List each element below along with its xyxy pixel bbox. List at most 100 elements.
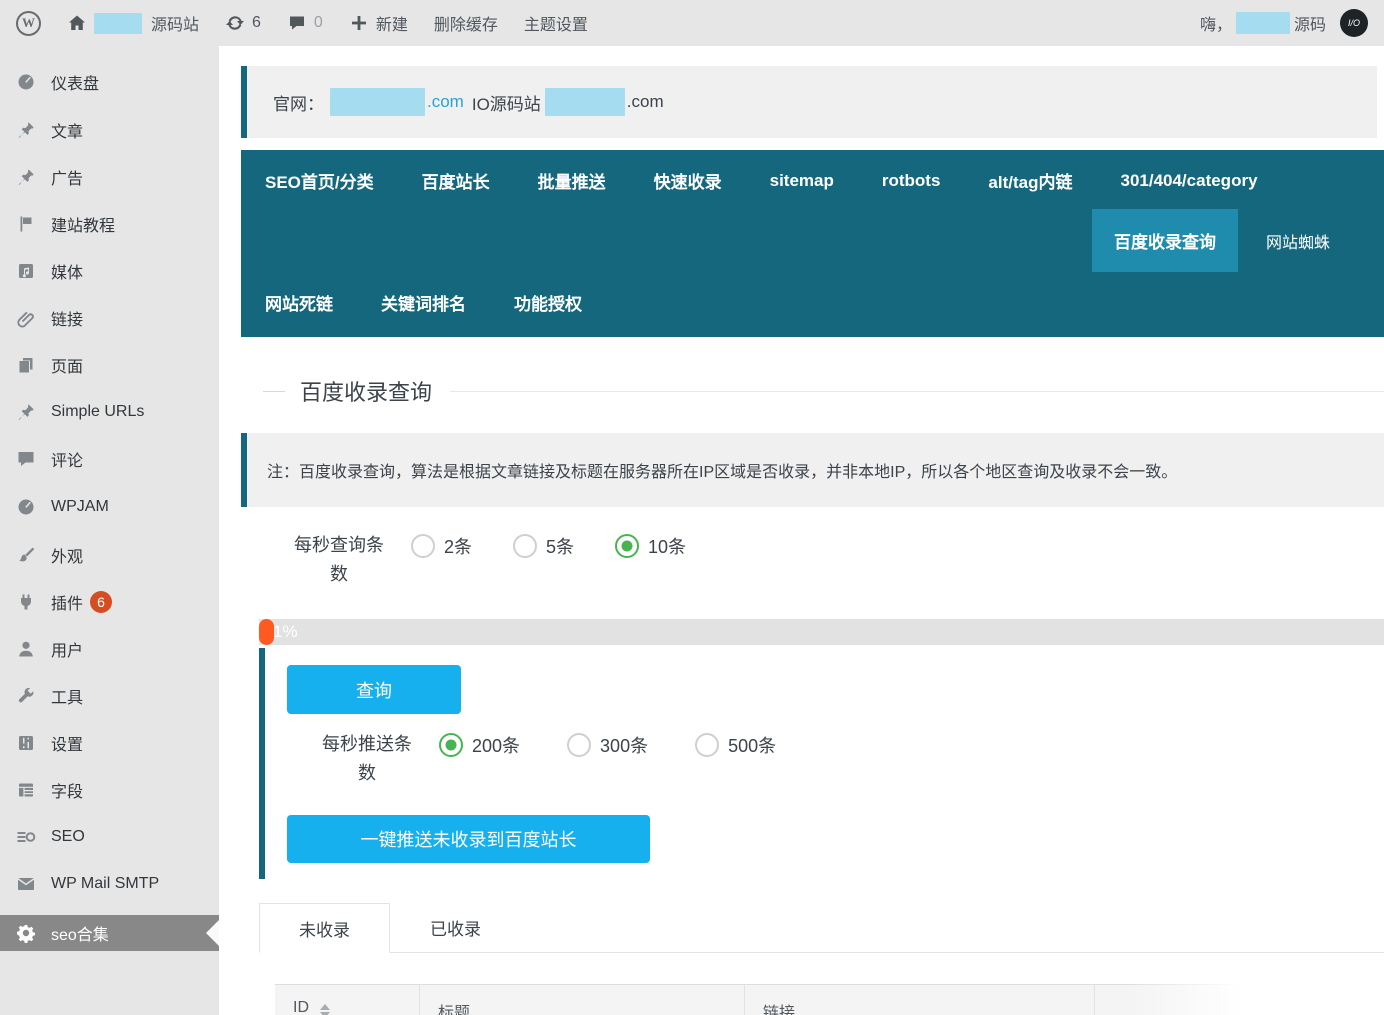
progress-fill — [259, 619, 274, 645]
admin-topbar: W 源码站 6 0 — [0, 0, 1384, 46]
sidebar-item-ads[interactable]: 广告 — [0, 160, 219, 194]
radio-selected-icon — [615, 534, 639, 558]
nav-item-301-404-category[interactable]: 301/404/category — [1120, 171, 1257, 191]
comments-count: 0 — [314, 14, 323, 32]
sidebar-item-appearance[interactable]: 外观 — [0, 538, 219, 572]
column-header-title: 标题 — [420, 985, 745, 1015]
sidebar-item-seo[interactable]: SEO — [0, 820, 219, 854]
redacted-domain-1 — [330, 88, 425, 116]
nav-item-rotbots[interactable]: rotbots — [882, 171, 941, 191]
media-icon — [16, 261, 36, 281]
nav-item-seo-home[interactable]: SEO首页/分类 — [265, 168, 374, 193]
plus-icon — [349, 13, 369, 33]
comment-bubble-icon — [287, 13, 307, 33]
query-rate-group: 每秒查询条数 2条 5条 10条 — [289, 531, 1384, 589]
new-content-menu[interactable]: 新建 — [349, 11, 408, 35]
wordpress-logo-icon: W — [16, 11, 41, 36]
push-rate-group: 每秒推送条数 200条 300条 500条 — [317, 730, 1384, 788]
account-menu[interactable]: 嗨， 源码 I/O — [1200, 9, 1368, 37]
tab-not-indexed[interactable]: 未收录 — [259, 903, 390, 953]
title-right-rule — [450, 391, 1384, 392]
site-name: 源码站 — [151, 11, 199, 35]
seo-icon — [16, 827, 36, 847]
sidebar-item-settings[interactable]: 设置 — [0, 726, 219, 760]
gear-icon — [16, 923, 36, 943]
notice-prefix: 官网： — [273, 90, 324, 115]
visit-site-link[interactable]: 源码站 — [67, 11, 199, 35]
query-rate-option-5[interactable]: 5条 — [513, 531, 574, 560]
nav-item-fast-include[interactable]: 快速收录 — [654, 168, 722, 193]
sidebar-item-links[interactable]: 链接 — [0, 301, 219, 335]
nav-item-baidu-webmaster[interactable]: 百度站长 — [422, 168, 490, 193]
push-rate-option-200[interactable]: 200条 — [439, 730, 520, 759]
sidebar-item-media[interactable]: 媒体 — [0, 254, 219, 288]
tab-indexed[interactable]: 已收录 — [390, 903, 521, 952]
plugin-update-badge: 6 — [90, 591, 112, 613]
sidebar-item-plugins[interactable]: 插件 6 — [0, 585, 219, 619]
sidebar-item-fields[interactable]: 字段 — [0, 773, 219, 807]
paperclip-icon — [16, 308, 36, 328]
comments-link[interactable]: 0 — [287, 13, 323, 33]
wordpress-menu[interactable]: W — [16, 11, 41, 36]
sliders-icon — [16, 733, 36, 753]
sidebar-item-pages[interactable]: 页面 — [0, 348, 219, 382]
clear-cache-link[interactable]: 删除缓存 — [434, 11, 498, 35]
sidebar-item-seo-collection[interactable]: seo合集 — [0, 915, 219, 951]
sidebar-item-dashboard[interactable]: 仪表盘 — [0, 65, 219, 99]
nav-item-alt-tag-links[interactable]: alt/tag内链 — [988, 168, 1072, 193]
sidebar-item-users[interactable]: 用户 — [0, 632, 219, 666]
wrench-icon — [16, 686, 36, 706]
redacted-white-fade — [1129, 969, 1384, 1015]
sidebar-item-posts[interactable]: 文章 — [0, 113, 219, 147]
query-progress-bar: 1% — [259, 619, 1384, 645]
seo-plugin-nav: SEO首页/分类 百度站长 批量推送 快速收录 sitemap rotbots … — [241, 150, 1384, 337]
plugin-icon — [16, 592, 36, 612]
push-rate-option-500[interactable]: 500条 — [695, 730, 776, 759]
nav-item-baidu-include-query-active[interactable]: 百度收录查询 — [1092, 209, 1238, 272]
query-rate-option-2[interactable]: 2条 — [411, 531, 472, 560]
sidebar-item-simple-urls[interactable]: Simple URLs — [0, 395, 219, 429]
refresh-icon — [225, 13, 245, 33]
query-rate-option-10[interactable]: 10条 — [615, 531, 686, 560]
sidebar-item-comments[interactable]: 评论 — [0, 442, 219, 476]
updates-count: 6 — [252, 14, 261, 32]
avatar: I/O — [1340, 9, 1368, 37]
domain-2-text: .com — [627, 92, 664, 112]
progress-percent: 1% — [273, 619, 298, 645]
query-tool-section: 查询 每秒推送条数 200条 300条 500条 一键推送未收录到百度站长 — [259, 648, 1384, 879]
result-tabs: 未收录 已收录 — [259, 903, 1384, 953]
sidebar-item-tutorials[interactable]: 建站教程 — [0, 207, 219, 241]
new-label: 新建 — [376, 11, 408, 35]
pushpin-icon — [16, 120, 36, 140]
theme-settings-link[interactable]: 主题设置 — [524, 11, 588, 35]
dashboard-gauge-icon — [16, 72, 36, 92]
comment-icon — [16, 449, 36, 469]
sidebar-item-wp-mail-smtp[interactable]: WP Mail SMTP — [0, 867, 219, 901]
nav-item-keyword-ranking[interactable]: 关键词排名 — [381, 290, 466, 315]
sidebar-item-tools[interactable]: 工具 — [0, 679, 219, 713]
query-button[interactable]: 查询 — [287, 665, 461, 714]
official-site-notice: 官网： .com IO源码站 .com — [241, 66, 1377, 138]
section-title-row: 百度收录查询 — [263, 375, 1384, 407]
nav-item-feature-license[interactable]: 功能授权 — [514, 290, 582, 315]
radio-icon — [567, 733, 591, 757]
active-menu-arrow-icon — [206, 920, 219, 946]
nav-item-batch-push[interactable]: 批量推送 — [538, 168, 606, 193]
notice-middle: IO源码站 — [472, 90, 541, 115]
nav-item-sitemap[interactable]: sitemap — [770, 171, 834, 191]
nav-item-dead-links[interactable]: 网站死链 — [265, 290, 333, 315]
updates-link[interactable]: 6 — [225, 13, 261, 33]
push-unindexed-button[interactable]: 一键推送未收录到百度站长 — [287, 815, 650, 863]
push-rate-option-300[interactable]: 300条 — [567, 730, 648, 759]
domain-1-link[interactable]: .com — [427, 92, 464, 112]
column-header-id[interactable]: ID — [275, 985, 420, 1015]
radio-icon — [411, 534, 435, 558]
page-title: 百度收录查询 — [300, 375, 432, 407]
sort-icon — [320, 1004, 330, 1015]
radio-selected-icon — [439, 733, 463, 757]
sidebar-item-wpjam[interactable]: WPJAM — [0, 490, 219, 524]
nav-item-site-spider[interactable]: 网站蜘蛛 — [1266, 229, 1330, 253]
pushpin-icon — [16, 402, 36, 422]
pages-icon — [16, 355, 36, 375]
home-icon — [67, 13, 87, 33]
